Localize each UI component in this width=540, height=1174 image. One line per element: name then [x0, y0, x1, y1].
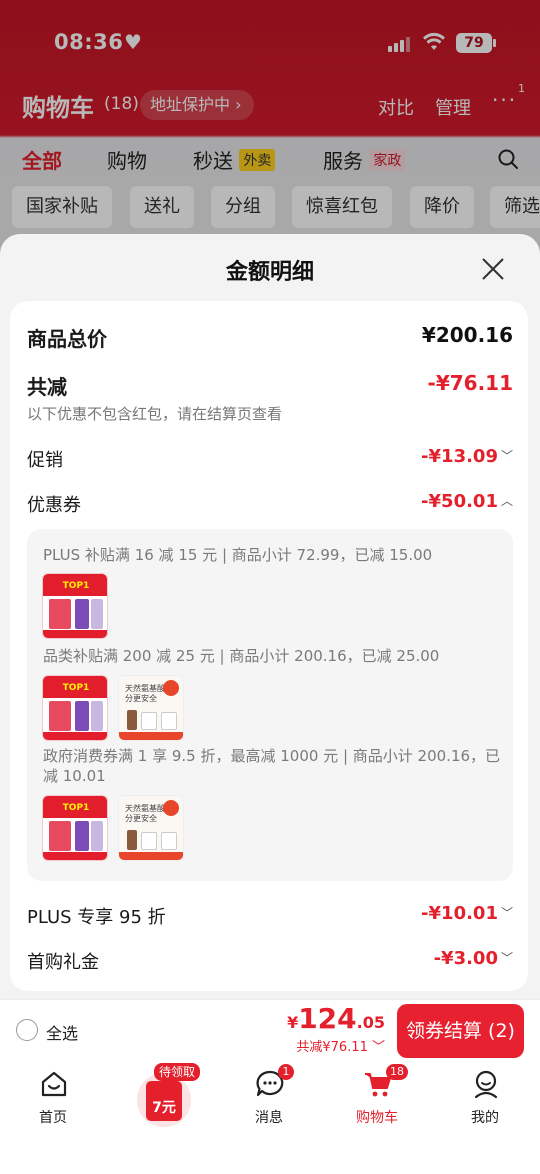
total-price-row: 商品总价 ¥200.16: [27, 323, 513, 351]
total-price-label: 商品总价: [27, 327, 107, 351]
promotion-row[interactable]: 促销 -¥13.09 ﹀: [27, 446, 513, 474]
product-thumbnail[interactable]: TOP1: [42, 795, 108, 861]
cart-badge: 18: [386, 1064, 408, 1080]
select-all-checkbox[interactable]: [16, 1019, 38, 1041]
tab-label: 购物车: [356, 1110, 398, 1126]
home-icon: [41, 1071, 67, 1097]
coupon-detail-text: 品类补贴满 200 减 25 元 | 商品小计 200.16，已减 25.00: [43, 647, 440, 665]
chevron-up-icon: ︿: [500, 494, 513, 508]
product-thumbnail[interactable]: TOP1: [42, 573, 108, 639]
total-discount-label: 共减: [27, 375, 67, 399]
tab-cart[interactable]: 18 购物车: [332, 1064, 422, 1129]
coupon-value: -¥50.01 ︿: [421, 491, 513, 512]
first-purchase-value: -¥3.00 ﹀: [433, 948, 513, 969]
profile-icon: [474, 1070, 498, 1099]
total-price-value: ¥200.16: [421, 323, 513, 347]
redpacket-badge: 待领取: [154, 1063, 201, 1081]
chevron-down-icon: ﹀: [500, 951, 513, 965]
checkout-button[interactable]: 领券结算 (2): [397, 1004, 524, 1058]
plus-discount-row[interactable]: PLUS 专享 95 折 -¥10.01 ﹀: [27, 903, 513, 931]
redpacket-promo[interactable]: 7元 待领取: [134, 1063, 201, 1129]
chevron-down-icon: ﹀: [500, 906, 513, 920]
tab-home[interactable]: 首页: [8, 1069, 98, 1129]
coupon-row[interactable]: 优惠券 -¥50.01 ︿: [27, 491, 513, 519]
product-thumbnail[interactable]: TOP1: [42, 675, 108, 741]
amount-detail-card: 商品总价 ¥200.16 共减 -¥76.11 以下优惠不包含红包，请在结算页查…: [10, 301, 528, 991]
close-icon[interactable]: [480, 256, 506, 282]
coupon-detail-box: PLUS 补贴满 16 减 15 元 | 商品小计 72.99，已减 15.00…: [27, 529, 513, 881]
redpacket-amount: 7元: [152, 1100, 176, 1116]
first-purchase-label: 首购礼金: [27, 952, 99, 973]
coupon-detail-text: PLUS 补贴满 16 减 15 元 | 商品小计 72.99，已减 15.00: [43, 546, 433, 564]
tab-mine[interactable]: 我的: [440, 1069, 530, 1129]
chevron-down-icon: ﹀: [500, 449, 513, 463]
product-thumbnail[interactable]: 天然氨基酸 成分更安全: [118, 795, 184, 861]
sheet-title: 金额明细: [225, 260, 314, 285]
tab-messages[interactable]: 1 消息: [224, 1064, 314, 1129]
messages-badge: 1: [278, 1064, 294, 1080]
promotion-value: -¥13.09 ﹀: [421, 446, 513, 467]
total-discount-value: -¥76.11: [427, 371, 513, 395]
tab-label: 消息: [255, 1110, 283, 1126]
plus-discount-label: PLUS 专享 95 折: [27, 907, 166, 928]
amount-detail-sheet: 金额明细 商品总价 ¥200.16 共减 -¥76.11 以下优惠不包含红包，请…: [0, 234, 540, 999]
total-discount-row: 共减 -¥76.11: [27, 371, 513, 399]
discount-note: 以下优惠不包含红包，请在结算页查看: [27, 405, 283, 423]
coupon-label: 优惠券: [27, 495, 81, 516]
plus-discount-value: -¥10.01 ﹀: [421, 903, 513, 924]
checkout-bar: 全选 ¥124.05 共减¥76.11 ﹀ 领券结算 (2): [0, 999, 540, 1061]
product-thumbnail[interactable]: 天然氨基酸 成分更安全: [118, 675, 184, 741]
chevron-down-icon: ﹀: [367, 1040, 385, 1055]
bottom-tab-bar: 首页 7元 待领取 1 消息 18 购物车 我的: [0, 1061, 540, 1174]
coupon-detail-text: 政府消费券满 1 享 9.5 折，最高减 1000 元 | 商品小计 200.1…: [43, 747, 501, 785]
total-price: ¥124.05: [287, 1002, 385, 1035]
select-all-label[interactable]: 全选: [46, 1020, 78, 1044]
promotion-label: 促销: [27, 450, 63, 471]
tab-label: 首页: [39, 1110, 67, 1126]
first-purchase-row[interactable]: 首购礼金 -¥3.00 ﹀: [27, 948, 513, 976]
total-saved-detail[interactable]: 共减¥76.11 ﹀: [296, 1036, 385, 1055]
tab-label: 我的: [471, 1110, 499, 1126]
